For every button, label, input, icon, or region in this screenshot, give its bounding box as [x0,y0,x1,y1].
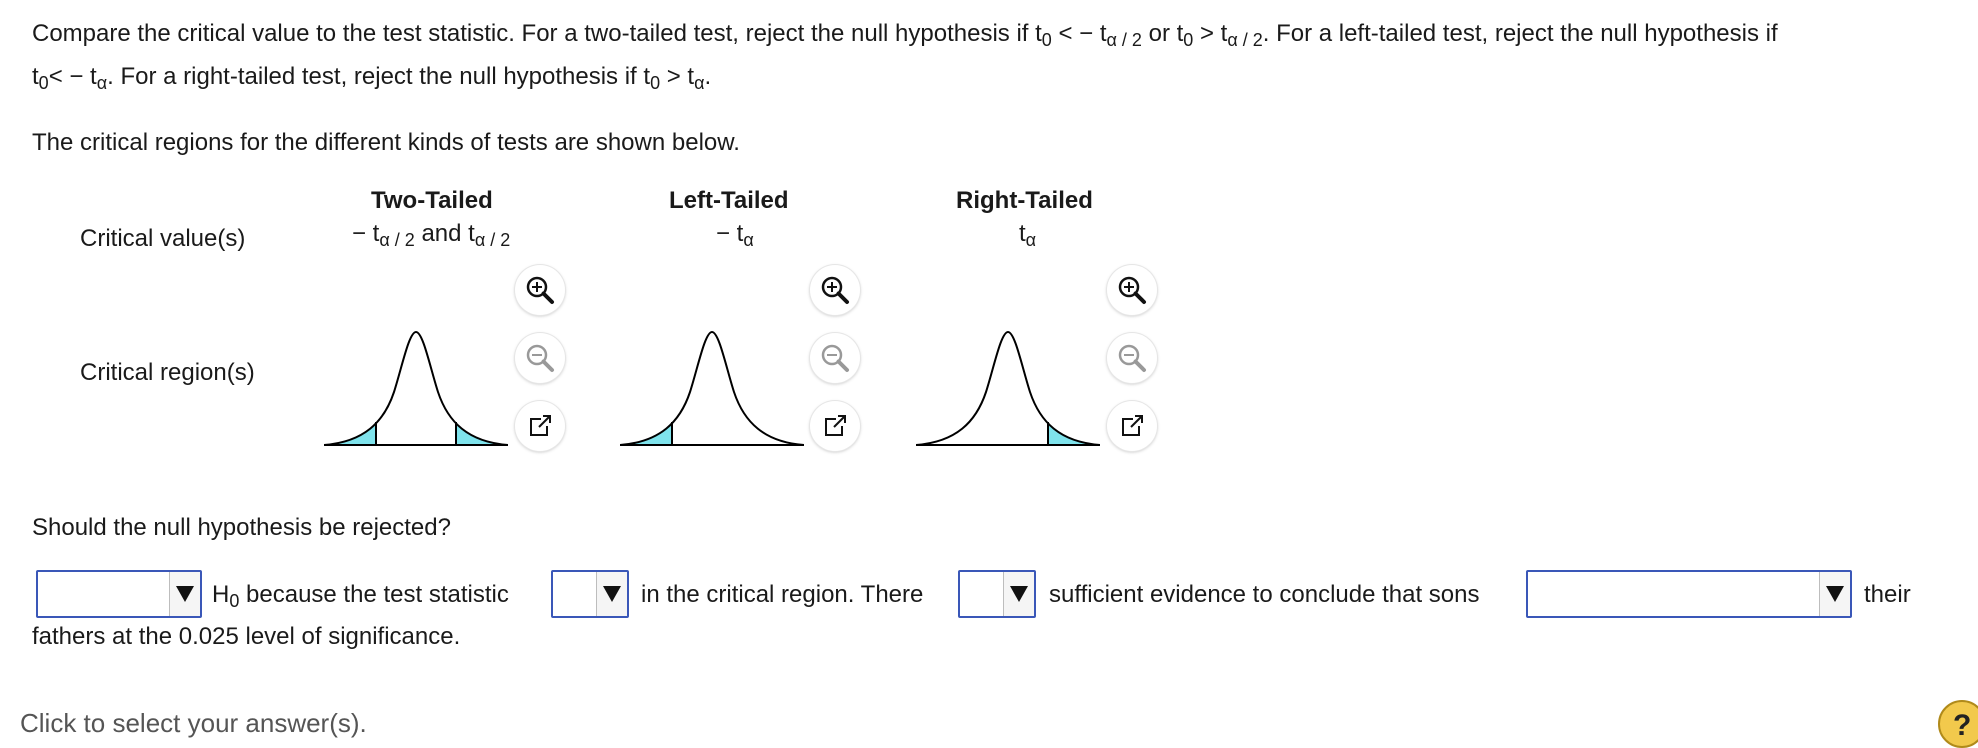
popout-icon [530,414,553,436]
answer-evidence-text: sufficient evidence to conclude that son… [1049,581,1480,608]
instruction-line-1: Compare the critical value to the test s… [32,20,1778,50]
zoom-in-icon [526,276,554,304]
question-mark-icon: ? [1953,709,1972,742]
normal-curve [916,330,1100,446]
help-button[interactable]: ? [1938,700,1978,748]
popout-icon [825,414,848,436]
header-left-tailed: Left-Tailed [669,187,789,214]
right-tailed-region-graph [916,330,1100,446]
zoom-out-button-left-tailed[interactable] [810,333,860,383]
question-text: Should the null hypothesis be rejected? [32,514,451,541]
two-tailed-region-graph [324,330,508,446]
zoom-out-button-two-tailed[interactable] [515,333,565,383]
zoom-out-icon [821,344,849,372]
critical-value-two-tailed: − tα / 2 and tα / 2 [352,220,511,250]
header-two-tailed: Two-Tailed [371,187,493,214]
regions-intro: The critical regions for the different k… [32,129,740,156]
popout-button-right-tailed[interactable] [1107,401,1157,451]
answer-their-text: their [1864,581,1911,608]
answer-line-2: fathers at the 0.025 level of significan… [32,623,461,650]
dropdown-arrow[interactable] [1819,572,1850,616]
reject-decision-dropdown[interactable] [36,570,202,618]
left-tail-shade [620,422,672,445]
dropdown-arrow[interactable] [1003,572,1034,616]
zoom-out-button-right-tailed[interactable] [1107,333,1157,383]
zoom-in-button-right-tailed[interactable] [1107,265,1157,315]
triangle-down-icon [603,586,621,602]
row-label-critical-regions: Critical region(s) [80,359,255,386]
left-tail-shade [324,422,376,445]
popout-icon [1122,414,1145,436]
triangle-down-icon [1826,586,1844,602]
answer-h0-text: H0 because the test statistic [212,581,509,611]
zoom-in-icon [1118,276,1146,304]
critical-value-right-tailed: tα [1019,220,1037,250]
zoom-in-button-two-tailed[interactable] [515,265,565,315]
right-tail-shade [1048,422,1100,445]
evidence-dropdown[interactable] [958,570,1036,618]
dropdown-arrow[interactable] [596,572,627,616]
comparison-dropdown[interactable] [1526,570,1852,618]
zoom-in-icon [821,276,849,304]
normal-curve [620,330,804,446]
normal-curve [324,330,508,446]
popout-button-left-tailed[interactable] [810,401,860,451]
popout-button-two-tailed[interactable] [515,401,565,451]
triangle-down-icon [176,586,194,602]
zoom-out-icon [1118,344,1146,372]
dropdown-arrow[interactable] [169,572,200,616]
critical-value-left-tailed: − tα [716,220,754,250]
answer-region-text: in the critical region. There [641,581,924,608]
triangle-down-icon [1010,586,1028,602]
left-tailed-region-graph [620,330,804,446]
instruction-line-2: t0< − tα. For a right-tailed test, rejec… [32,63,712,93]
right-tail-shade [456,422,508,445]
zoom-out-icon [526,344,554,372]
row-label-critical-values: Critical value(s) [80,225,246,252]
footer-hint: Click to select your answer(s). [20,708,367,738]
header-right-tailed: Right-Tailed [956,187,1093,214]
zoom-in-button-left-tailed[interactable] [810,265,860,315]
is-in-region-dropdown[interactable] [551,570,629,618]
